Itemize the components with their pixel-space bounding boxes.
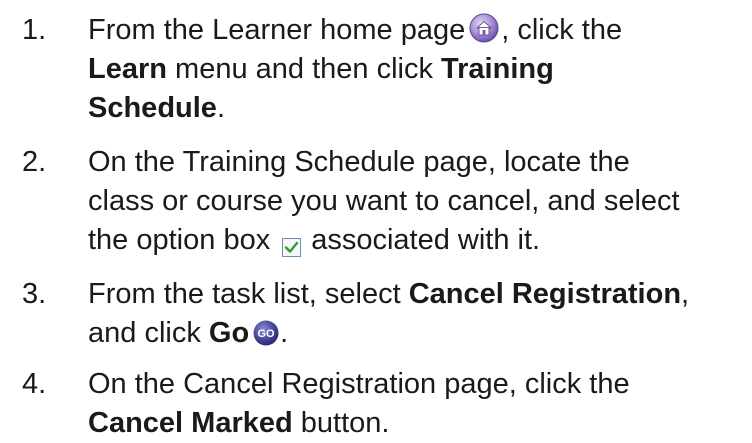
learn-menu-label: Learn xyxy=(88,53,167,85)
step-line: Schedule. xyxy=(88,89,752,128)
checkbox-checked-icon xyxy=(282,229,302,257)
step-number: 1. xyxy=(22,14,47,46)
text-run: , xyxy=(681,278,690,310)
cancel-registration-label: Cancel Registration xyxy=(408,278,682,310)
text-run: . xyxy=(216,92,225,124)
step-line: On the Training Schedule page, locate th… xyxy=(88,143,752,182)
text-run: associated with it. xyxy=(311,224,541,256)
text-run: . xyxy=(280,317,289,349)
text-run: menu and then click xyxy=(166,53,442,85)
text-run: On the Cancel Registration page, click t… xyxy=(88,368,630,400)
step-text: On the Training Schedule page, locate th… xyxy=(88,143,752,260)
step-line: the option box associated with it. xyxy=(88,221,752,260)
step-line: On the Cancel Registration page, click t… xyxy=(88,365,752,404)
text-run: class or course you want to cancel, and … xyxy=(88,185,680,217)
step-text: On the Cancel Registration page, click t… xyxy=(88,365,752,443)
go-icon-text: GO xyxy=(258,328,276,340)
text-run: and click xyxy=(88,317,209,349)
text-run: From the task list, select xyxy=(88,278,409,310)
home-icon xyxy=(469,13,499,43)
step-number: 3. xyxy=(22,278,47,310)
cancel-marked-label: Cancel Marked xyxy=(88,407,293,439)
step-number: 4. xyxy=(22,368,47,400)
text-run: , click the xyxy=(501,14,623,46)
text-run: On the Training Schedule page, locate th… xyxy=(88,146,630,178)
step-text: From the task list, select Cancel Regist… xyxy=(88,275,752,353)
training-schedule-label: Training xyxy=(441,53,554,85)
training-schedule-label: Schedule xyxy=(88,92,217,124)
text-run: From the Learner home page xyxy=(88,14,466,46)
text-run: button. xyxy=(292,407,390,439)
step-line: Cancel Marked button. xyxy=(88,404,752,443)
step-line: From the Learner home page , click the xyxy=(88,11,752,50)
step-line: From the task list, select Cancel Regist… xyxy=(88,275,752,314)
step-line: class or course you want to cancel, and … xyxy=(88,182,752,221)
step-text: From the Learner home page , click the L… xyxy=(88,11,752,128)
step-line: and click Go GO . xyxy=(88,314,752,353)
text-run: the option box xyxy=(88,224,271,256)
step-number: 2. xyxy=(22,146,47,178)
go-button-icon: GO xyxy=(253,318,279,346)
go-label: Go xyxy=(208,317,250,349)
step-line: Learn menu and then click Training xyxy=(88,50,752,89)
